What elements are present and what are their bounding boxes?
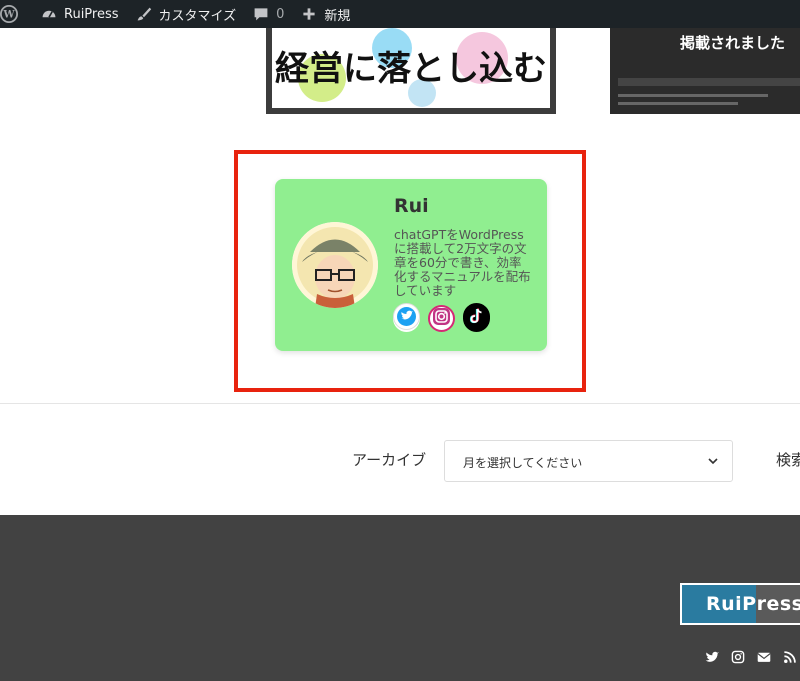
site-footer: RuiPress [0,515,800,681]
profile-bio: chatGPTをWordPressに搭載して2万文字の文章を60分で書き、効率化… [394,227,531,298]
paintbrush-icon [135,5,153,23]
tiktok-icon [463,303,490,334]
avatar [292,222,378,308]
footer-rss-link[interactable] [783,649,797,668]
rss-icon [783,649,797,668]
search-widget-title: 検索 [776,451,800,469]
customize-label: カスタマイズ [158,8,237,24]
footer-logo[interactable]: RuiPress [680,583,800,625]
footer-twitter-link[interactable] [705,651,719,665]
twitter-icon [705,649,719,668]
wordpress-icon: W [0,5,18,23]
related-post-thumbnail[interactable]: 経営に落とし込む [266,28,556,114]
profile-name: Rui [394,195,429,217]
archive-select-value: 月を選択してください [463,456,583,470]
profile-social-links [393,303,490,334]
tiktok-link[interactable] [463,303,490,334]
thumbnail-caption: 掲載されました [680,34,786,52]
thumbnail-line [618,102,738,105]
related-post-thumbnail-2[interactable]: 掲載されました [610,28,800,114]
dashboard-icon [40,5,58,23]
mail-icon [757,649,771,668]
admin-bar: W RuiPress カスタマイズ 0 新規 [0,0,800,28]
thumbnail-line [618,94,768,97]
chevron-down-icon [706,453,720,467]
archive-month-select[interactable]: 月を選択してください [444,440,733,482]
twitter-link[interactable] [393,303,420,334]
svg-text:W: W [2,10,15,21]
instagram-icon [430,305,453,332]
comment-icon [252,5,270,23]
profile-card: Rui chatGPTをWordPressに搭載して2万文字の文章を60分で書き… [275,179,547,351]
footer-social-links [705,649,797,668]
footer-instagram-link[interactable] [731,649,745,668]
footer-mail-link[interactable] [757,651,771,665]
site-name-label: RuiPress [64,6,119,22]
thumbnail-image: 経営に落とし込む [272,28,550,108]
site-name-button[interactable]: RuiPress [32,0,127,28]
comments-button[interactable]: 0 [244,0,292,28]
thumbnail-text: 経営に落とし込む [275,49,547,89]
content-divider [0,403,800,404]
thumbnail-strip [618,78,800,86]
plus-icon [300,5,318,23]
wordpress-logo-button[interactable]: W [0,0,32,28]
new-content-button[interactable]: 新規 [292,0,358,28]
comments-count: 0 [276,6,285,22]
footer-logo-text: RuiPress [706,593,800,615]
customize-button[interactable]: カスタマイズ [127,0,245,28]
new-content-label: 新規 [324,8,351,24]
twitter-icon [393,303,420,334]
instagram-icon [731,649,745,668]
archive-widget-title: アーカイブ [352,451,427,469]
main-content: 経営に落とし込む 掲載されました Rui chatGPTをWordPressに搭… [0,28,800,515]
instagram-link[interactable] [428,305,455,332]
